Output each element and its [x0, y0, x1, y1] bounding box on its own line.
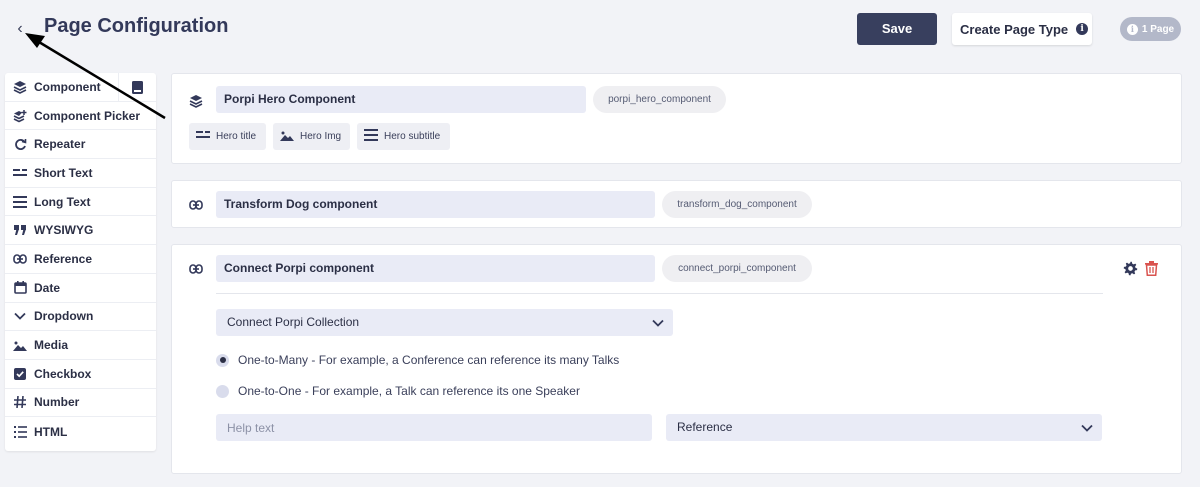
- sidebar-item-dropdown[interactable]: Dropdown: [5, 303, 156, 332]
- short-text-icon: [196, 130, 210, 143]
- sidebar-item-reference[interactable]: Reference: [5, 245, 156, 274]
- layers-plus-icon: [13, 109, 27, 123]
- collection-select[interactable]: Connect Porpi Collection: [216, 309, 673, 336]
- chevron-down-icon: [13, 309, 27, 323]
- component-key-badge: connect_porpi_component: [662, 255, 812, 282]
- component-card: Porpi Hero Component porpi_hero_componen…: [171, 73, 1182, 164]
- image-icon: [13, 338, 27, 352]
- settings-gear-icon[interactable]: [1123, 261, 1138, 280]
- long-text-icon: [13, 195, 27, 209]
- sidebar-item-number[interactable]: Number: [5, 389, 156, 418]
- field-chip-label: Hero Img: [300, 131, 342, 142]
- radio-button-selected[interactable]: [216, 353, 229, 367]
- sidebar-item-label: Component: [34, 79, 101, 94]
- field-chip-hero-subtitle[interactable]: Hero subtitle: [357, 123, 450, 150]
- sidebar-item-label: Reference: [34, 251, 93, 266]
- field-chip-label: Hero title: [216, 131, 257, 142]
- field-type-sidebar: Component Component Picker Repeater Shor…: [5, 73, 156, 451]
- radio-label: One-to-Many - For example, a Conference …: [238, 353, 620, 367]
- sidebar-item-component[interactable]: Component: [5, 73, 156, 102]
- sidebar-item-repeater[interactable]: Repeater: [5, 130, 156, 160]
- repeat-icon: [13, 137, 27, 151]
- sidebar-item-label: HTML: [34, 424, 68, 439]
- create-page-type-label: Create Page Type: [960, 21, 1069, 37]
- page-count-badge: i 1 Page: [1120, 17, 1181, 41]
- reference-card-expanded: Connect Porpi component connect_porpi_co…: [171, 244, 1182, 474]
- info-icon[interactable]: i: [1076, 23, 1089, 35]
- sidebar-item-label: Dropdown: [34, 309, 94, 324]
- sidebar-item-html[interactable]: HTML: [5, 417, 156, 446]
- page-count-label: 1 Page: [1141, 23, 1175, 35]
- sidebar-item-wysiwyg[interactable]: WYSIWYG: [5, 216, 156, 246]
- long-text-icon: [364, 129, 378, 144]
- book-icon[interactable]: [118, 73, 156, 101]
- sidebar-item-short-text[interactable]: Short Text: [5, 159, 156, 188]
- image-icon: [280, 130, 294, 144]
- chevron-down-icon: [1081, 414, 1093, 441]
- create-page-type-button[interactable]: Create Page Type i: [952, 13, 1092, 45]
- quote-icon: [13, 223, 27, 237]
- component-name-field[interactable]: Transform Dog component: [216, 191, 655, 218]
- sidebar-item-media[interactable]: Media: [5, 331, 156, 360]
- link-icon[interactable]: [188, 261, 204, 277]
- list-icon: [13, 425, 27, 439]
- page-title: Page Configuration: [44, 15, 229, 37]
- layers-icon: [13, 80, 27, 94]
- component-key-badge: transform_dog_component: [662, 191, 812, 218]
- collection-select-value: Connect Porpi Collection: [227, 315, 360, 329]
- sidebar-item-label: Media: [34, 338, 69, 353]
- sidebar-item-label: Date: [34, 280, 61, 295]
- radio-one-to-one[interactable]: One-to-One - For example, a Talk can ref…: [216, 384, 580, 398]
- sidebar-item-component-picker[interactable]: Component Picker: [5, 102, 156, 131]
- field-type-select[interactable]: Reference: [666, 414, 1102, 441]
- link-icon: [13, 252, 27, 266]
- component-key-badge: porpi_hero_component: [593, 86, 726, 113]
- sidebar-item-checkbox[interactable]: Checkbox: [5, 360, 156, 389]
- layers-icon[interactable]: [188, 93, 204, 109]
- chevron-down-icon: [652, 309, 664, 336]
- sidebar-item-label: Long Text: [34, 194, 91, 209]
- info-icon: i: [1126, 23, 1138, 35]
- sidebar-item-label: WYSIWYG: [34, 223, 94, 238]
- delete-trash-icon[interactable]: [1145, 261, 1158, 281]
- link-icon[interactable]: [188, 197, 204, 213]
- radio-label: One-to-One - For example, a Talk can ref…: [238, 384, 580, 398]
- component-name-field[interactable]: Porpi Hero Component: [216, 86, 586, 113]
- component-name-field[interactable]: Connect Porpi component: [216, 255, 655, 282]
- sidebar-item-label: Repeater: [34, 137, 86, 152]
- sidebar-item-label: Component Picker: [34, 108, 141, 123]
- sidebar-item-long-text[interactable]: Long Text: [5, 188, 156, 217]
- short-text-icon: [13, 166, 27, 180]
- sidebar-item-label: Number: [34, 395, 80, 410]
- save-button[interactable]: Save: [857, 13, 937, 45]
- field-chip-label: Hero subtitle: [384, 131, 441, 142]
- reference-card: Transform Dog component transform_dog_co…: [171, 180, 1182, 228]
- checkbox-icon: [13, 367, 27, 381]
- back-button[interactable]: ‹: [10, 18, 30, 40]
- radio-one-to-many[interactable]: One-to-Many - For example, a Conference …: [216, 353, 619, 367]
- field-chip-hero-title[interactable]: Hero title: [189, 123, 266, 150]
- divider: [216, 293, 1103, 294]
- field-chip-hero-img[interactable]: Hero Img: [273, 123, 350, 150]
- sidebar-item-date[interactable]: Date: [5, 274, 156, 303]
- field-type-select-value: Reference: [677, 420, 733, 434]
- hash-icon: [13, 395, 27, 409]
- sidebar-item-label: Short Text: [34, 165, 93, 180]
- help-text-input[interactable]: [216, 414, 652, 441]
- radio-button[interactable]: [216, 384, 229, 398]
- calendar-icon: [13, 281, 27, 295]
- sidebar-item-label: Checkbox: [34, 366, 92, 381]
